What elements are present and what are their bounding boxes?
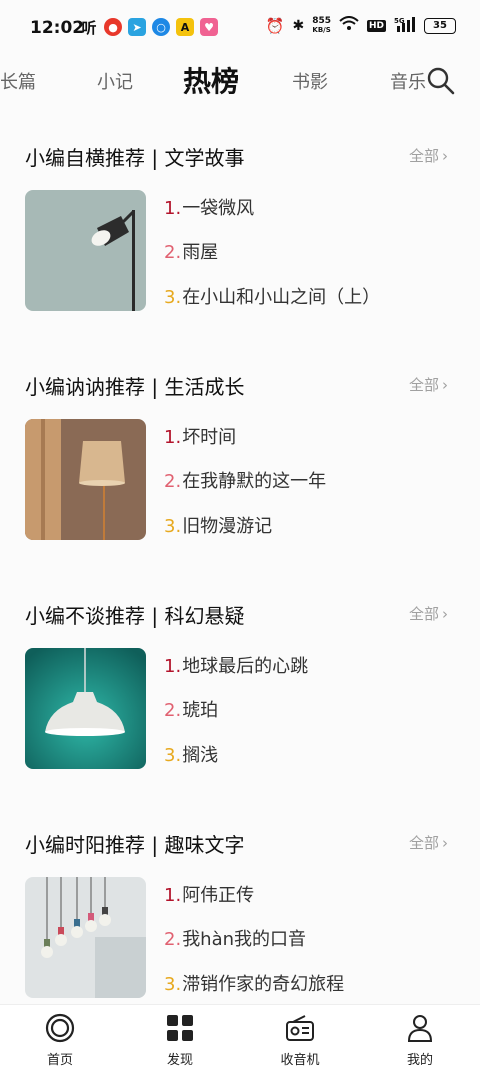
rank-number: 3. bbox=[164, 516, 182, 537]
rank-number: 3. bbox=[164, 287, 182, 308]
cover-image-pendant-lamp[interactable] bbox=[25, 648, 146, 769]
view-all-link[interactable]: 全部 › bbox=[409, 374, 448, 395]
alarm-icon: ⏰ bbox=[265, 16, 285, 35]
chevron-right-icon: › bbox=[442, 375, 449, 394]
section-literature: 小编自横推荐 | 文学故事 全部 › 1.一袋微风 2.雨屋 3.在小山和小山之… bbox=[0, 142, 480, 372]
item-title: 坏时间 bbox=[182, 427, 237, 448]
chevron-right-icon: › bbox=[442, 146, 449, 165]
view-all-label: 全部 bbox=[409, 376, 440, 394]
category-tabs: 长篇 小记 热榜 书影 音乐 bbox=[0, 56, 480, 106]
rank-item-2[interactable]: 2.在我静默的这一年 bbox=[164, 467, 326, 493]
pink-app-icon: ♥ bbox=[200, 18, 218, 36]
rank-number: 1. bbox=[164, 885, 182, 906]
signal-5g-icon: 5G bbox=[394, 16, 416, 35]
tab-shuying[interactable]: 书影 bbox=[292, 68, 328, 94]
item-title: 滞销作家的奇幻旅程 bbox=[182, 974, 345, 995]
radio-icon bbox=[260, 1013, 340, 1043]
nav-home[interactable]: 首页 bbox=[20, 1013, 100, 1068]
rank-number: 1. bbox=[164, 198, 182, 219]
bluetooth-icon: ✱ bbox=[292, 17, 305, 34]
status-system-icons: ⏰ ✱ 855 KB/S HD 5G 35 bbox=[266, 16, 456, 35]
rank-item-3[interactable]: 3.旧物漫游记 bbox=[164, 512, 272, 538]
cover-image-wood-lamp[interactable] bbox=[25, 419, 146, 540]
section-title: 小编时阳推荐 | 趣味文字 bbox=[25, 833, 245, 857]
item-title: 在我静默的这一年 bbox=[182, 471, 327, 492]
cover-image-floor-lamp[interactable] bbox=[25, 190, 146, 311]
rank-number: 3. bbox=[164, 745, 182, 766]
nav-label: 发现 bbox=[166, 1053, 193, 1068]
rank-number: 3. bbox=[164, 974, 182, 995]
nav-radio[interactable]: 收音机 bbox=[260, 1013, 340, 1068]
rank-item-2[interactable]: 2.我hàn我的口音 bbox=[164, 925, 306, 951]
status-bar: 12:02 听 ● ➤ ○ A ♥ ⏰ ✱ 855 KB/S HD 5G 35 bbox=[0, 0, 480, 56]
hd-icon: HD bbox=[366, 19, 386, 32]
rank-number: 2. bbox=[164, 242, 182, 263]
item-title: 雨屋 bbox=[182, 242, 219, 263]
nav-label: 我的 bbox=[406, 1053, 433, 1068]
rank-item-1[interactable]: 1.一袋微风 bbox=[164, 194, 254, 220]
view-all-link[interactable]: 全部 › bbox=[409, 145, 448, 166]
chevron-right-icon: › bbox=[442, 833, 449, 852]
view-all-label: 全部 bbox=[409, 147, 440, 165]
cover-image-hanging-bulbs[interactable] bbox=[25, 877, 146, 998]
section-title: 小编自横推荐 | 文学故事 bbox=[25, 146, 245, 170]
search-icon[interactable] bbox=[426, 66, 456, 96]
view-all-link[interactable]: 全部 › bbox=[409, 832, 448, 853]
rank-item-1[interactable]: 1.坏时间 bbox=[164, 423, 236, 449]
yellow-app-icon: A bbox=[176, 18, 194, 36]
bottom-navigation: 首页 发现 收音机 我的 bbox=[0, 1004, 480, 1074]
person-icon bbox=[380, 1013, 460, 1043]
rank-item-2[interactable]: 2.琥珀 bbox=[164, 696, 218, 722]
item-title: 琥珀 bbox=[182, 700, 219, 721]
network-speed-value: 855 bbox=[312, 15, 331, 26]
item-title: 搁浅 bbox=[182, 745, 219, 766]
section-title: 小编讷讷推荐 | 生活成长 bbox=[25, 375, 245, 399]
network-speed-unit: KB/S bbox=[312, 25, 331, 34]
rank-item-1[interactable]: 1.地球最后的心跳 bbox=[164, 652, 308, 678]
item-title: 在小山和小山之间（上） bbox=[182, 287, 381, 308]
weibo-icon: ● bbox=[104, 18, 122, 36]
status-time: 12:02 bbox=[30, 18, 85, 38]
tab-rebang[interactable]: 热榜 bbox=[183, 60, 239, 100]
rank-item-3[interactable]: 3.搁浅 bbox=[164, 741, 218, 767]
nav-label: 首页 bbox=[46, 1053, 73, 1068]
view-all-label: 全部 bbox=[409, 834, 440, 852]
tab-xiaoji[interactable]: 小记 bbox=[97, 68, 133, 94]
nav-discover[interactable]: 发现 bbox=[140, 1013, 220, 1068]
item-title: 我hàn我的口音 bbox=[182, 929, 307, 950]
section-scifi-mystery: 小编不谈推荐 | 科幻悬疑 全部 › 1.地球最后的心跳 2.琥珀 3.搁浅 bbox=[0, 600, 480, 830]
grid-icon bbox=[140, 1013, 220, 1043]
rank-item-3[interactable]: 3.滞销作家的奇幻旅程 bbox=[164, 970, 344, 996]
status-notification-icons: 听 ● ➤ ○ A ♥ bbox=[80, 18, 218, 37]
home-ring-icon bbox=[20, 1013, 100, 1043]
item-title: 旧物漫游记 bbox=[182, 516, 273, 537]
section-title: 小编不谈推荐 | 科幻悬疑 bbox=[25, 604, 245, 628]
item-title: 一袋微风 bbox=[182, 198, 255, 219]
rank-number: 1. bbox=[164, 427, 182, 448]
tab-yinyue[interactable]: 音乐 bbox=[390, 68, 426, 94]
rank-item-1[interactable]: 1.阿伟正传 bbox=[164, 881, 254, 907]
network-speed: 855 KB/S bbox=[312, 15, 331, 35]
nav-label: 收音机 bbox=[280, 1053, 320, 1068]
rank-item-3[interactable]: 3.在小山和小山之间（上） bbox=[164, 283, 380, 309]
item-title: 阿伟正传 bbox=[182, 885, 255, 906]
rank-number: 2. bbox=[164, 929, 182, 950]
tingshu-app-icon: 听 bbox=[81, 18, 97, 37]
view-all-link[interactable]: 全部 › bbox=[409, 603, 448, 624]
circle-app-icon: ○ bbox=[152, 18, 170, 36]
rank-number: 2. bbox=[164, 700, 182, 721]
section-life-growth: 小编讷讷推荐 | 生活成长 全部 › 1.坏时间 2.在我静默的这一年 3.旧物… bbox=[0, 371, 480, 601]
rank-item-2[interactable]: 2.雨屋 bbox=[164, 238, 218, 264]
battery-icon: 35 bbox=[424, 17, 456, 34]
tab-changpian[interactable]: 长篇 bbox=[0, 68, 36, 94]
telegram-icon: ➤ bbox=[128, 18, 146, 36]
chevron-right-icon: › bbox=[442, 604, 449, 623]
rank-number: 1. bbox=[164, 656, 182, 677]
rank-number: 2. bbox=[164, 471, 182, 492]
wifi-icon bbox=[339, 16, 359, 35]
item-title: 地球最后的心跳 bbox=[182, 656, 309, 677]
nav-mine[interactable]: 我的 bbox=[380, 1013, 460, 1068]
view-all-label: 全部 bbox=[409, 605, 440, 623]
